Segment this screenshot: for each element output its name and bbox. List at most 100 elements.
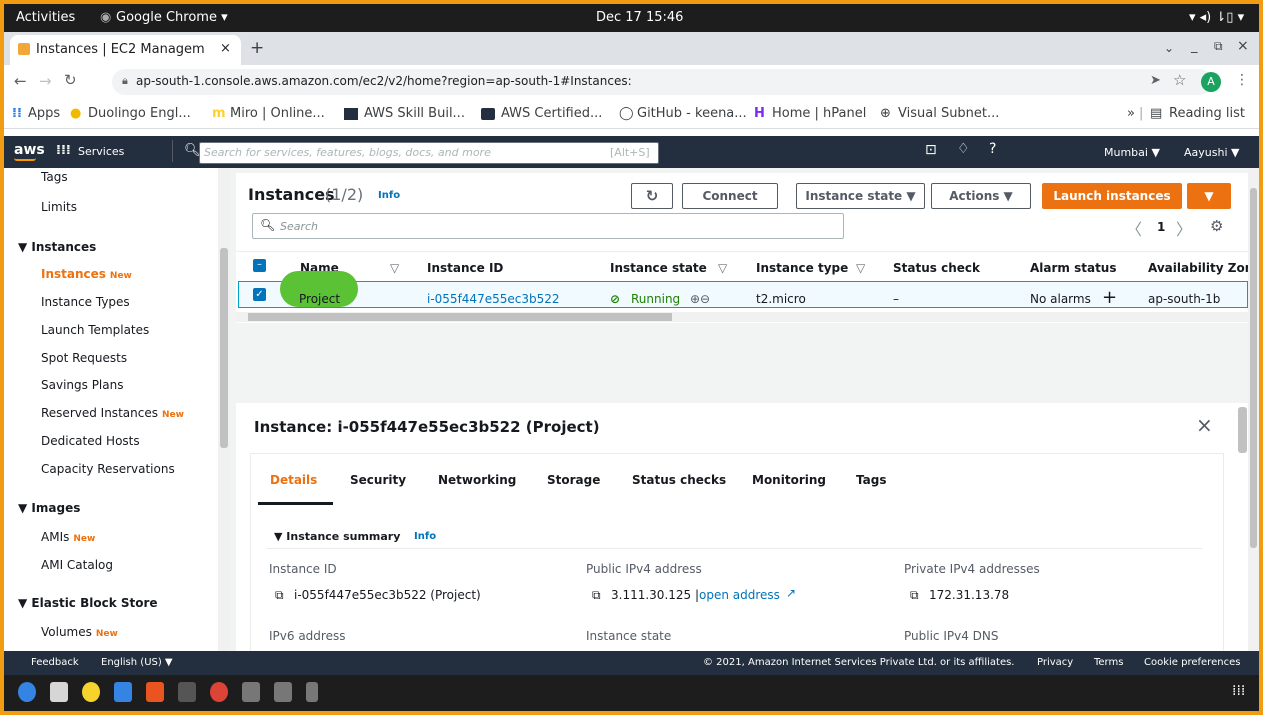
tab-search-icon[interactable]: ⌄	[1164, 41, 1174, 55]
col-header-status-check[interactable]: Status check	[893, 261, 980, 275]
activities-button[interactable]: Activities	[16, 10, 75, 25]
table-row[interactable]	[238, 281, 1248, 308]
rhythmbox-icon[interactable]	[82, 682, 100, 702]
launch-instances-button[interactable]: Launch instances	[1042, 183, 1182, 209]
tab-close-icon[interactable]: ×	[220, 41, 231, 56]
zoom-icon[interactable]: ⊕⊖	[690, 292, 710, 306]
window-close-icon[interactable]: ×	[1237, 38, 1249, 54]
page-scrollbar[interactable]	[1248, 168, 1259, 651]
usb-icon[interactable]	[306, 682, 318, 702]
sidebar-item-dedicated-hosts[interactable]: Dedicated Hosts	[41, 434, 140, 448]
bookmark-duolingo[interactable]: Duolingo Engl...	[88, 106, 191, 121]
bookmark-aws-skill[interactable]: AWS Skill Buil...	[364, 106, 465, 121]
col-header-alarm-status[interactable]: Alarm status	[1030, 261, 1117, 275]
col-header-instance-type[interactable]: Instance type	[756, 261, 848, 275]
launch-dropdown-button[interactable]: ▼	[1187, 183, 1231, 209]
tab-storage[interactable]: Storage	[547, 473, 600, 487]
page-number[interactable]: 1	[1157, 220, 1165, 234]
new-tab-icon[interactable]: +	[250, 38, 264, 58]
connect-button[interactable]: Connect	[682, 183, 778, 209]
sidebar-section-instances[interactable]: ▼ Instances	[18, 240, 96, 254]
sidebar-item-savings-plans[interactable]: Savings Plans	[41, 378, 123, 392]
minimize-icon[interactable]: _	[1191, 39, 1198, 54]
language-selector[interactable]: English (US) ▼	[101, 657, 173, 668]
search-input[interactable]	[252, 213, 844, 239]
sidebar-section-images[interactable]: ▼ Images	[18, 501, 80, 515]
actions-button[interactable]: Actions ▼	[931, 183, 1031, 209]
tab-details[interactable]: Details	[270, 473, 317, 487]
bookmark-star-icon[interactable]: ☆	[1173, 71, 1186, 89]
copy-icon[interactable]: ⧉	[592, 588, 601, 603]
summary-info-link[interactable]: Info	[414, 531, 436, 542]
text-editor-icon[interactable]	[50, 682, 68, 702]
tab-tags[interactable]: Tags	[856, 473, 886, 487]
cloudshell-icon[interactable]: ⊡	[925, 142, 937, 158]
bookmark-hpanel[interactable]: Home | hPanel	[772, 106, 866, 121]
show-apps-icon[interactable]: ⁞⁞⁞	[1232, 683, 1245, 699]
bookmark-apps[interactable]: Apps	[28, 106, 60, 121]
aws-logo[interactable]: aws	[14, 142, 45, 158]
restore-icon[interactable]: ⧉	[1214, 39, 1223, 54]
tab-monitoring[interactable]: Monitoring	[752, 473, 826, 487]
scroll-thumb[interactable]	[248, 313, 672, 321]
external-link-icon[interactable]: ↗	[786, 586, 796, 600]
col-header-instance-id[interactable]: Instance ID	[427, 261, 503, 275]
user-menu[interactable]: Aayushi ▼	[1184, 146, 1239, 159]
clock[interactable]: Dec 17 15:46	[596, 10, 683, 25]
chrome-icon[interactable]	[210, 682, 228, 702]
copy-icon[interactable]: ⧉	[910, 588, 919, 603]
app-icon[interactable]	[242, 682, 260, 702]
filter-icon[interactable]: ▽	[390, 261, 399, 275]
info-link[interactable]: Info	[378, 190, 400, 201]
copy-icon[interactable]: ⧉	[275, 588, 284, 603]
sidebar-item-tags[interactable]: Tags	[41, 170, 68, 184]
tab-status-checks[interactable]: Status checks	[632, 473, 726, 487]
col-header-instance-state[interactable]: Instance state	[610, 261, 707, 275]
help-icon[interactable]: ?	[989, 141, 996, 157]
close-panel-icon[interactable]: ×	[1196, 413, 1213, 437]
refresh-icon[interactable]: ↻	[631, 183, 673, 209]
writer-icon[interactable]	[114, 682, 132, 702]
sidebar-item-reserved-instances[interactable]: Reserved Instances New	[41, 406, 184, 420]
row-checkbox[interactable]: ✓	[253, 288, 266, 301]
scroll-thumb[interactable]	[220, 248, 228, 448]
prev-page-icon[interactable]: 〈	[1126, 216, 1142, 240]
feedback-link[interactable]: Feedback	[31, 657, 79, 668]
sidebar-section-ebs[interactable]: ▼ Elastic Block Store	[18, 596, 158, 610]
tab-security[interactable]: Security	[350, 473, 406, 487]
app-icon[interactable]	[274, 682, 292, 702]
software-center-icon[interactable]	[146, 682, 164, 702]
sidebar-item-ami-catalog[interactable]: AMI Catalog	[41, 558, 113, 572]
cookie-preferences-link[interactable]: Cookie preferences	[1144, 657, 1240, 668]
sidebar-item-instance-types[interactable]: Instance Types	[41, 295, 130, 309]
add-alarm-icon[interactable]: +	[1102, 287, 1117, 308]
files-icon[interactable]	[18, 682, 36, 702]
sidebar-item-amis[interactable]: AMIs New	[41, 530, 95, 544]
more-bookmarks-icon[interactable]: »	[1127, 106, 1135, 121]
sidebar-item-instances[interactable]: Instances New	[41, 267, 132, 281]
next-page-icon[interactable]: 〉	[1176, 216, 1192, 240]
sidebar-scrollbar[interactable]	[218, 168, 230, 651]
sidebar-item-volumes[interactable]: Volumes New	[41, 625, 118, 639]
profile-avatar[interactable]: A	[1201, 72, 1221, 92]
address-bar[interactable]: 🔒︎ ap-south-1.console.aws.amazon.com/ec2…	[112, 69, 1212, 95]
sidebar-item-spot-requests[interactable]: Spot Requests	[41, 351, 127, 365]
app-menu[interactable]: Google Chrome ▾	[116, 10, 228, 25]
open-address-link[interactable]: open address	[699, 588, 780, 602]
instance-id-link[interactable]: i-055f447e55ec3b522	[427, 292, 560, 306]
reload-icon[interactable]: ↻	[64, 71, 77, 89]
browser-tab[interactable]: Instances | EC2 Managem ×	[10, 35, 241, 65]
sidebar-item-capacity-reservations[interactable]: Capacity Reservations	[41, 462, 175, 476]
sidebar-item-limits[interactable]: Limits	[41, 200, 77, 214]
bookmark-visual-subnet[interactable]: Visual Subnet...	[898, 106, 999, 121]
notifications-icon[interactable]: ♢	[957, 141, 970, 157]
tab-networking[interactable]: Networking	[438, 473, 516, 487]
privacy-link[interactable]: Privacy	[1037, 657, 1073, 668]
menu-icon[interactable]: ⋮	[1235, 72, 1249, 88]
terms-link[interactable]: Terms	[1094, 657, 1123, 668]
scroll-thumb[interactable]	[1250, 188, 1257, 548]
services-menu[interactable]: Services	[78, 145, 124, 158]
bookmark-miro[interactable]: Miro | Online...	[230, 106, 325, 121]
system-tray[interactable]: ▾ ◂) ⇂▯ ▾	[1189, 10, 1244, 25]
filter-icon[interactable]: ▽	[856, 261, 865, 275]
